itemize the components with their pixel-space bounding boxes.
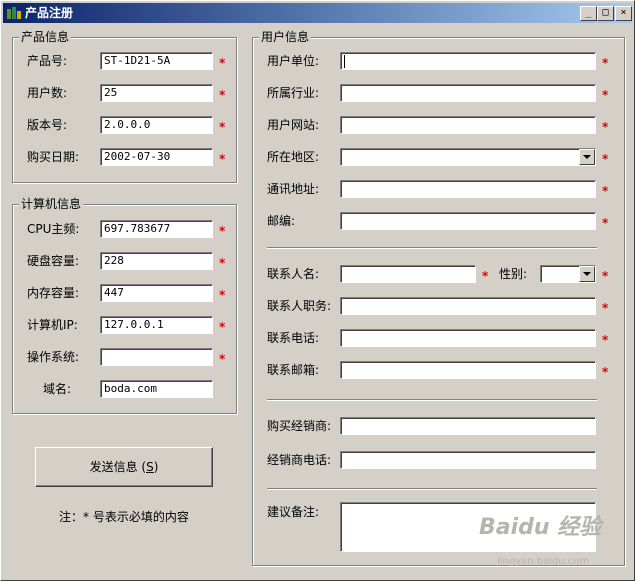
required-mark: *	[219, 152, 226, 166]
required-mark: *	[219, 256, 226, 270]
user-info-legend: 用户信息	[259, 30, 312, 44]
disk-label: 硬盘容量:	[27, 254, 80, 268]
contact-title-label: 联系人职务:	[267, 299, 332, 313]
website-label: 用户网站:	[267, 118, 320, 132]
version-field[interactable]: 2.0.0.0	[100, 116, 213, 134]
dealer-label: 购买经销商:	[267, 419, 332, 433]
domain-label: 域名:	[43, 382, 72, 396]
dealer-field[interactable]	[340, 417, 596, 435]
contact-email-field[interactable]	[340, 361, 596, 379]
contact-email-label: 联系邮箱:	[267, 363, 320, 377]
watermark-url: jingyan.baidu.com	[497, 556, 590, 567]
contact-phone-field[interactable]	[340, 329, 596, 347]
user-unit-label: 用户单位:	[267, 54, 320, 68]
required-mark: *	[602, 152, 609, 166]
title-bar[interactable]: 产品注册 _ □ ×	[3, 3, 632, 23]
chevron-down-icon	[583, 272, 591, 276]
user-unit-field[interactable]	[340, 52, 596, 70]
required-mark: *	[602, 184, 609, 198]
required-mark: *	[219, 224, 226, 238]
remark-label: 建议备注:	[267, 505, 320, 519]
required-mark: *	[219, 320, 226, 334]
product-number-label: 产品号:	[27, 54, 68, 68]
required-mark: *	[219, 120, 226, 134]
divider	[267, 247, 597, 249]
purchase-date-field[interactable]: 2002-07-30	[100, 148, 213, 166]
memory-field[interactable]: 447	[100, 284, 213, 302]
address-field[interactable]	[340, 180, 596, 198]
gender-select[interactable]	[540, 265, 596, 283]
required-mark: *	[219, 288, 226, 302]
close-button[interactable]: ×	[615, 6, 632, 21]
website-field[interactable]	[340, 116, 596, 134]
minimize-button[interactable]: _	[580, 6, 597, 21]
contact-name-label: 联系人名:	[267, 267, 320, 281]
region-select[interactable]	[340, 148, 596, 166]
user-count-field[interactable]: 25	[100, 84, 213, 102]
ip-field[interactable]: 127.0.0.1	[100, 316, 213, 334]
computer-info-group: 计算机信息 CPU主频: 697.783677 * 硬盘容量: 228 * 内存…	[12, 197, 237, 414]
disk-field[interactable]: 228	[100, 252, 213, 270]
domain-field[interactable]: boda.com	[100, 380, 213, 398]
required-mark: *	[602, 56, 609, 70]
purchase-date-label: 购买日期:	[27, 150, 80, 164]
contact-phone-label: 联系电话:	[267, 331, 320, 345]
industry-label: 所属行业:	[267, 86, 320, 100]
watermark-brand: Baidu 经验	[479, 515, 602, 540]
required-mark: *	[602, 216, 609, 230]
region-dropdown-button[interactable]	[579, 149, 595, 165]
product-number-field[interactable]: ST-1D21-5A	[100, 52, 213, 70]
required-mark: *	[602, 120, 609, 134]
required-mark: *	[482, 269, 489, 283]
required-mark: *	[602, 301, 609, 315]
app-icon	[7, 7, 21, 19]
required-note: 注：* 号表示必填的内容	[59, 510, 189, 524]
required-mark: *	[219, 352, 226, 366]
required-mark: *	[602, 269, 609, 283]
ip-label: 计算机IP:	[27, 318, 78, 332]
required-mark: *	[602, 365, 609, 379]
close-icon: ×	[620, 7, 627, 18]
send-button[interactable]: 发送信息 (S)	[35, 447, 213, 487]
contact-title-field[interactable]	[340, 297, 596, 315]
dealer-phone-field[interactable]	[340, 451, 596, 469]
gender-label: 性别:	[499, 267, 528, 281]
send-button-accel: S	[146, 460, 154, 474]
product-info-group: 产品信息 产品号: ST-1D21-5A * 用户数: 25 * 版本号: 2.…	[12, 30, 237, 183]
postcode-field[interactable]	[340, 212, 596, 230]
text-cursor	[344, 54, 345, 68]
required-mark: *	[602, 333, 609, 347]
minimize-icon: _	[585, 7, 592, 18]
divider	[267, 488, 597, 490]
required-mark: *	[219, 88, 226, 102]
dealer-phone-label: 经销商电话:	[267, 453, 332, 467]
address-label: 通讯地址:	[267, 182, 320, 196]
user-info-group: 用户信息 用户单位: * 所属行业: * 用户网站: * 所在地区: * 通讯地…	[252, 30, 625, 566]
version-label: 版本号:	[27, 118, 68, 132]
contact-name-field[interactable]	[340, 265, 476, 283]
os-field[interactable]	[100, 348, 213, 366]
memory-label: 内存容量:	[27, 286, 80, 300]
window-title: 产品注册	[25, 6, 74, 20]
region-label: 所在地区:	[267, 150, 320, 164]
computer-info-legend: 计算机信息	[19, 197, 84, 211]
gender-dropdown-button[interactable]	[579, 266, 595, 282]
divider	[267, 399, 597, 401]
maximize-icon: □	[602, 7, 609, 18]
required-mark: *	[219, 56, 226, 70]
send-button-label: 发送信息	[89, 460, 138, 474]
industry-field[interactable]	[340, 84, 596, 102]
user-count-label: 用户数:	[27, 86, 68, 100]
maximize-button[interactable]: □	[597, 6, 614, 21]
cpu-field[interactable]: 697.783677	[100, 220, 213, 238]
chevron-down-icon	[583, 155, 591, 159]
required-mark: *	[602, 88, 609, 102]
register-window: 产品注册 _ □ × 产品信息 产品号: ST-1D21-5A * 用户数: 2…	[0, 0, 635, 581]
os-label: 操作系统:	[27, 350, 80, 364]
postcode-label: 邮编:	[267, 214, 296, 228]
cpu-label: CPU主频:	[27, 222, 80, 236]
product-info-legend: 产品信息	[19, 30, 72, 44]
